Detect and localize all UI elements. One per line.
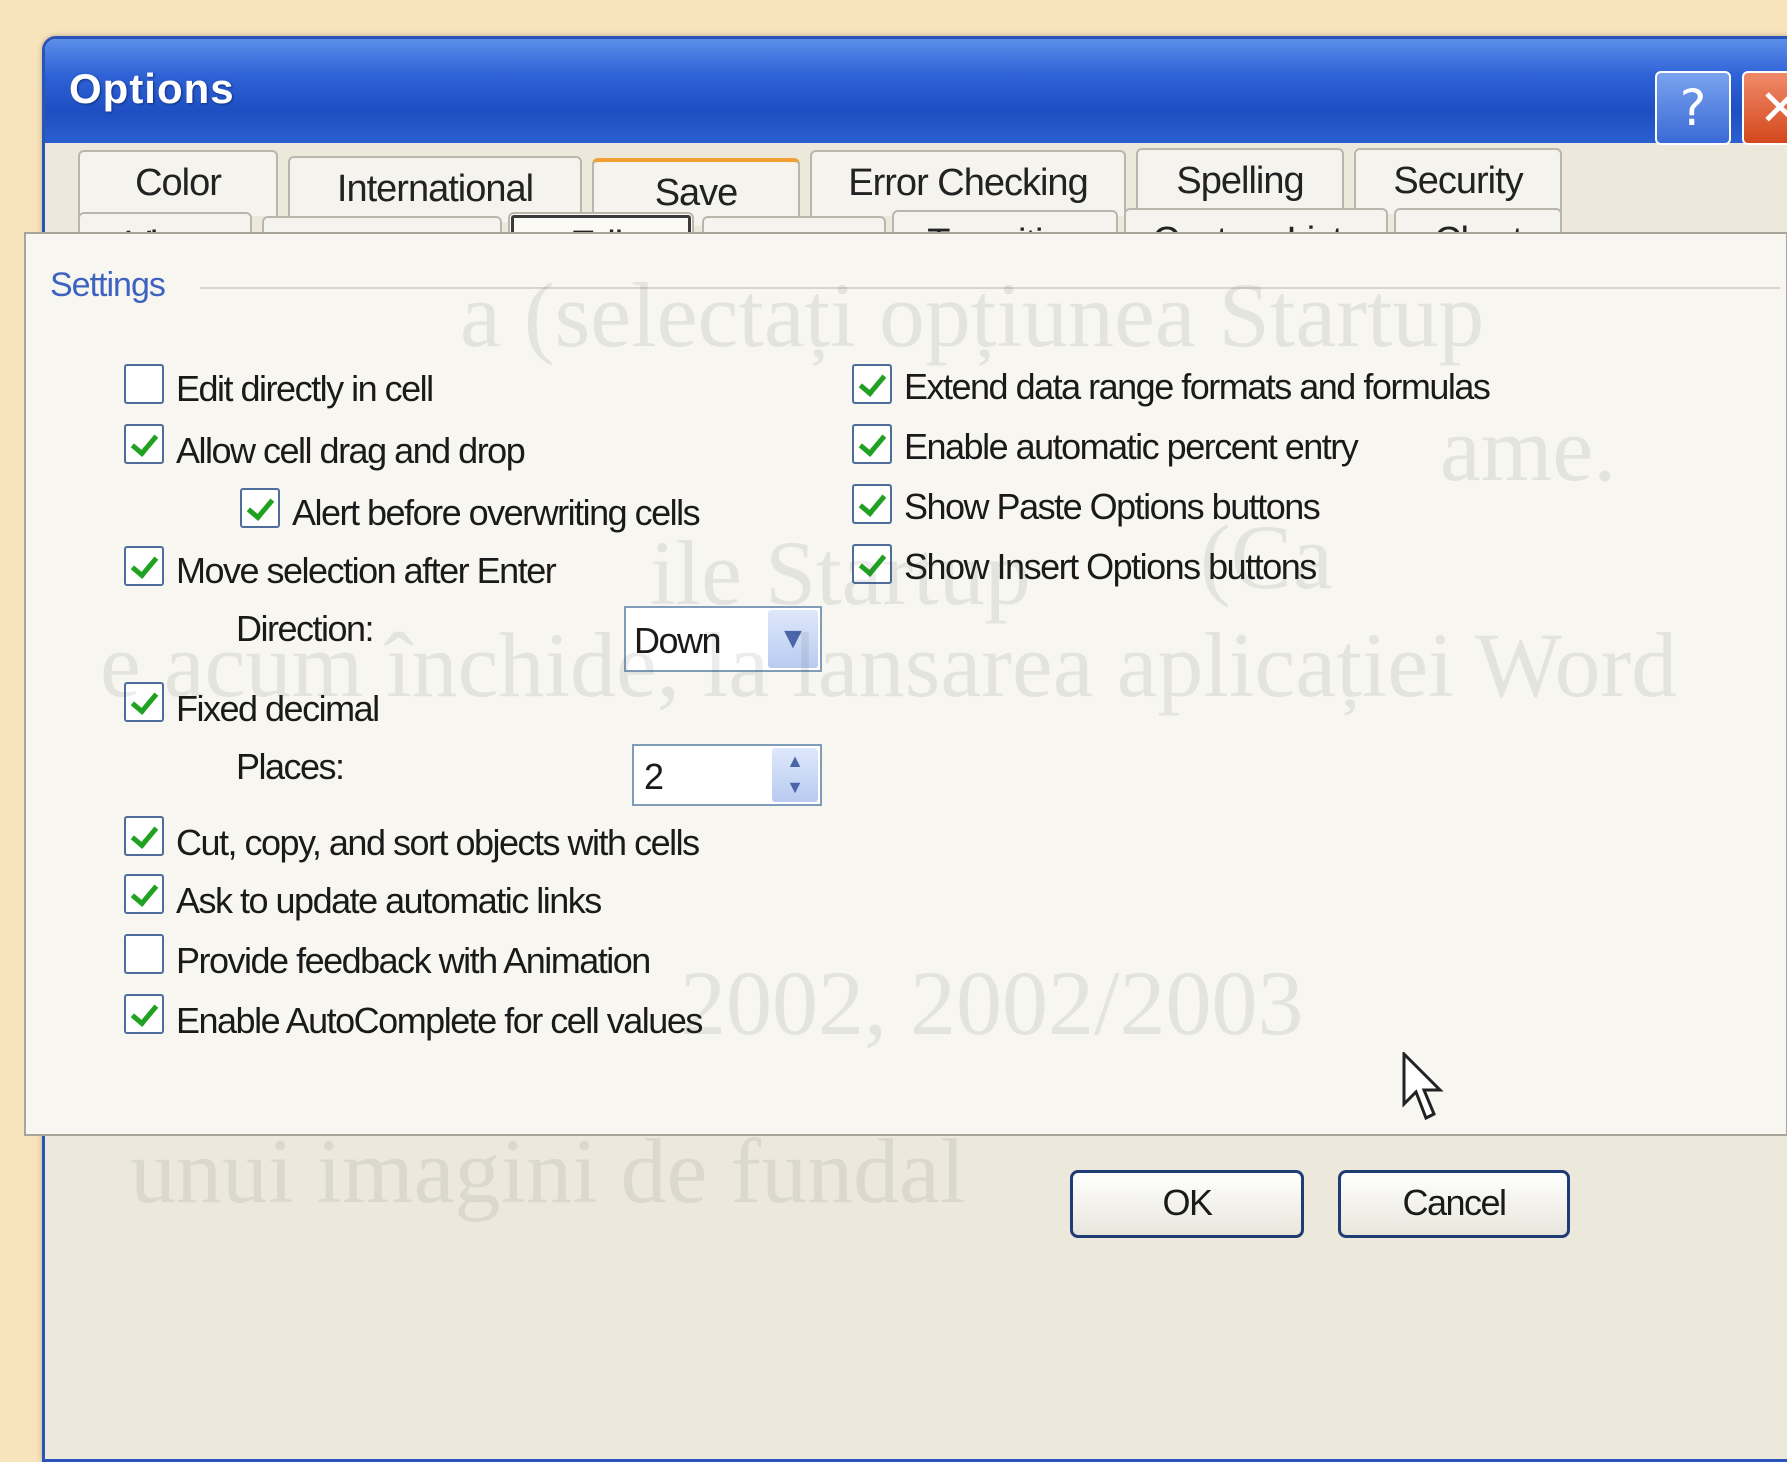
edit-directly-checkbox[interactable]: [124, 364, 164, 404]
places-value: 2: [644, 756, 665, 797]
alert-overwrite-label: Alert before overwriting cells: [292, 492, 701, 533]
title-bar[interactable]: Options ? ✕: [45, 39, 1787, 145]
spin-arrows-icon[interactable]: ▲ ▼: [772, 748, 818, 802]
ok-button[interactable]: OK: [1070, 1170, 1304, 1238]
feedback-animation-label: Provide feedback with Animation: [176, 940, 651, 981]
move-selection-label: Move selection after Enter: [176, 550, 557, 591]
tab-spelling[interactable]: Spelling: [1136, 148, 1344, 214]
chevron-down-icon[interactable]: ▼: [768, 610, 818, 668]
feedback-animation-checkbox[interactable]: [124, 934, 164, 974]
extend-formats-checkbox[interactable]: [852, 364, 892, 404]
dialog-title: Options: [69, 65, 235, 112]
tab-color[interactable]: Color: [78, 150, 278, 216]
update-links-label: Ask to update automatic links: [176, 880, 602, 921]
insert-options-label: Show Insert Options buttons: [904, 546, 1317, 587]
cut-copy-sort-label: Cut, copy, and sort objects with cells: [176, 822, 700, 863]
allow-drag-drop-label: Allow cell drag and drop: [176, 430, 526, 471]
direction-select[interactable]: Down ▼: [624, 606, 822, 672]
places-label: Places:: [236, 746, 345, 787]
fixed-decimal-label: Fixed decimal: [176, 688, 380, 729]
cancel-button[interactable]: Cancel: [1338, 1170, 1570, 1238]
insert-options-checkbox[interactable]: [852, 544, 892, 584]
extend-formats-label: Extend data range formats and formulas: [904, 366, 1491, 407]
direction-label: Direction:: [236, 608, 375, 649]
edit-directly-label: Edit directly in cell: [176, 368, 434, 409]
close-icon[interactable]: ✕: [1742, 71, 1787, 145]
move-selection-checkbox[interactable]: [124, 546, 164, 586]
fixed-decimal-checkbox[interactable]: [124, 682, 164, 722]
settings-group-label: Settings: [50, 266, 166, 304]
allow-drag-drop-checkbox[interactable]: [124, 424, 164, 464]
paste-options-label: Show Paste Options buttons: [904, 486, 1321, 527]
cut-copy-sort-checkbox[interactable]: [124, 816, 164, 856]
autocomplete-checkbox[interactable]: [124, 994, 164, 1034]
update-links-checkbox[interactable]: [124, 874, 164, 914]
alert-overwrite-checkbox[interactable]: [240, 488, 280, 528]
group-divider: [200, 287, 1780, 289]
percent-entry-checkbox[interactable]: [852, 424, 892, 464]
paste-options-checkbox[interactable]: [852, 484, 892, 524]
mouse-cursor-icon: [1402, 1052, 1444, 1121]
tab-security[interactable]: Security: [1354, 148, 1562, 214]
autocomplete-label: Enable AutoComplete for cell values: [176, 1000, 703, 1041]
places-stepper[interactable]: 2 ▲ ▼: [632, 744, 822, 806]
direction-value: Down: [634, 620, 722, 661]
help-icon[interactable]: ?: [1655, 71, 1731, 145]
tab-error-checking[interactable]: Error Checking: [810, 150, 1126, 216]
percent-entry-label: Enable automatic percent entry: [904, 426, 1359, 467]
